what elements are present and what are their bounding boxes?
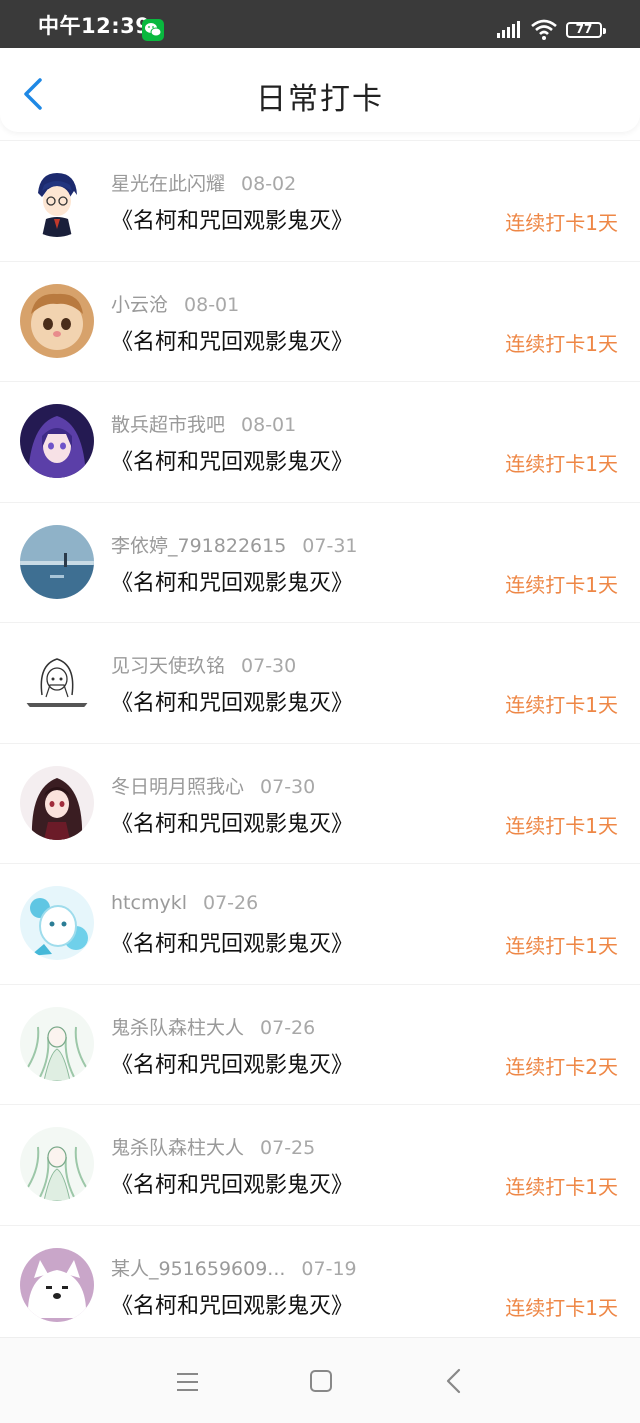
home-square-icon[interactable] <box>309 1369 333 1393</box>
checkin-date: 07-26 <box>260 1016 316 1039</box>
checkin-date: 08-02 <box>241 173 297 195</box>
user-avatar[interactable] <box>20 524 94 599</box>
checkin-meta: 鬼杀队森柱大人 07-26 <box>111 1013 315 1040</box>
checkin-meta: 见习天使玖铭 07-30 <box>111 651 296 678</box>
checkin-meta: 散兵超市我吧 08-01 <box>111 410 296 437</box>
page-title: 日常打卡 <box>256 82 384 117</box>
status-bar: 中午12:39 77 <box>0 0 640 48</box>
checkin-date: 07-25 <box>260 1137 316 1159</box>
checkin-meta: 李依婷_791822615 07-31 <box>111 531 358 558</box>
wechat-icon <box>142 19 164 41</box>
streak-label: 连续打卡1天 <box>505 452 618 476</box>
checkin-row[interactable]: 见习天使玖铭 07-30 《名柯和咒回观影鬼灭》 连续打卡1天 <box>0 623 640 744</box>
streak-label: 连续打卡1天 <box>505 331 618 356</box>
checkin-date: 08-01 <box>241 414 297 436</box>
book-title[interactable]: 《名柯和咒回观影鬼灭》 <box>111 203 353 235</box>
checkin-row[interactable]: 散兵超市我吧 08-01 《名柯和咒回观影鬼灭》 连续打卡1天 <box>0 382 640 503</box>
header: 日常打卡 <box>0 48 640 132</box>
username[interactable]: 见习天使玖铭 <box>111 655 225 677</box>
user-avatar[interactable] <box>20 1127 94 1201</box>
username[interactable]: 鬼杀队森柱大人 <box>111 1017 244 1039</box>
checkin-row[interactable]: 李依婷_791822615 07-31 《名柯和咒回观影鬼灭》 连续打卡1天 <box>0 503 640 623</box>
checkin-meta: htcmykl 07-26 <box>111 892 258 914</box>
streak-label: 连续打卡1天 <box>505 813 618 838</box>
user-avatar[interactable] <box>20 404 94 478</box>
back-triangle-icon[interactable] <box>444 1368 464 1394</box>
user-avatar[interactable] <box>20 886 94 960</box>
checkin-row[interactable]: 星光在此闪耀 08-02 《名柯和咒回观影鬼灭》 连续打卡1天 <box>0 140 640 262</box>
signal-icon <box>497 21 520 38</box>
user-avatar[interactable] <box>20 283 94 358</box>
book-title[interactable]: 《名柯和咒回观影鬼灭》 <box>111 926 353 958</box>
streak-label: 连续打卡1天 <box>505 1295 618 1320</box>
checkin-date: 07-30 <box>260 775 316 798</box>
username[interactable]: 星光在此闪耀 <box>111 173 225 195</box>
user-avatar[interactable] <box>20 765 94 840</box>
battery-level: 77 <box>575 22 593 36</box>
username[interactable]: 小云沧 <box>111 294 168 316</box>
user-avatar[interactable] <box>20 163 94 237</box>
book-title[interactable]: 《名柯和咒回观影鬼灭》 <box>111 565 353 597</box>
checkin-row[interactable]: 鬼杀队森柱大人 07-26 《名柯和咒回观影鬼灭》 连续打卡2天 <box>0 985 640 1105</box>
username[interactable]: htcmykl <box>111 892 187 914</box>
user-avatar[interactable] <box>20 645 94 719</box>
battery-icon: 77 <box>566 22 606 38</box>
username[interactable]: 鬼杀队森柱大人 <box>111 1137 244 1159</box>
checkin-meta: 鬼杀队森柱大人 07-25 <box>111 1133 315 1160</box>
streak-label: 连续打卡1天 <box>505 934 618 958</box>
book-title[interactable]: 《名柯和咒回观影鬼灭》 <box>111 1047 353 1079</box>
streak-label: 连续打卡1天 <box>505 572 618 597</box>
username[interactable]: 李依婷_791822615 <box>111 535 286 557</box>
checkin-date: 07-31 <box>302 534 358 557</box>
checkin-meta: 小云沧 08-01 <box>111 290 239 317</box>
checkin-meta: 星光在此闪耀 08-02 <box>111 169 296 196</box>
system-nav-bar <box>0 1337 640 1423</box>
book-title[interactable]: 《名柯和咒回观影鬼灭》 <box>111 685 353 717</box>
book-title[interactable]: 《名柯和咒回观影鬼灭》 <box>111 1167 353 1199</box>
book-title[interactable]: 《名柯和咒回观影鬼灭》 <box>111 444 353 476</box>
streak-label: 连续打卡1天 <box>505 211 618 235</box>
checkin-list: 星光在此闪耀 08-02 《名柯和咒回观影鬼灭》 连续打卡1天 小云沧 08-01 … <box>0 140 640 1346</box>
status-time: 中午12:39 <box>38 14 151 38</box>
book-title[interactable]: 《名柯和咒回观影鬼灭》 <box>111 1288 353 1320</box>
username[interactable]: 某人_951659609... <box>111 1258 285 1280</box>
checkin-row[interactable]: htcmykl 07-26 《名柯和咒回观影鬼灭》 连续打卡1天 <box>0 864 640 985</box>
streak-label: 连续打卡2天 <box>505 1054 618 1079</box>
book-title[interactable]: 《名柯和咒回观影鬼灭》 <box>111 806 353 838</box>
checkin-date: 08-01 <box>184 293 240 316</box>
checkin-date: 07-30 <box>241 655 297 677</box>
checkin-row[interactable]: 冬日明月照我心 07-30 《名柯和咒回观影鬼灭》 连续打卡1天 <box>0 744 640 864</box>
checkin-row[interactable]: 某人_951659609... 07-19 《名柯和咒回观影鬼灭》 连续打卡1天 <box>0 1226 640 1346</box>
user-avatar[interactable] <box>20 1006 94 1081</box>
user-avatar[interactable] <box>20 1247 94 1322</box>
streak-label: 连续打卡1天 <box>505 1175 618 1199</box>
username[interactable]: 冬日明月照我心 <box>111 776 244 798</box>
username[interactable]: 散兵超市我吧 <box>111 414 225 436</box>
checkin-row[interactable]: 小云沧 08-01 《名柯和咒回观影鬼灭》 连续打卡1天 <box>0 262 640 382</box>
checkin-date: 07-19 <box>301 1257 357 1280</box>
checkin-row[interactable]: 鬼杀队森柱大人 07-25 《名柯和咒回观影鬼灭》 连续打卡1天 <box>0 1105 640 1226</box>
checkin-date: 07-26 <box>202 892 259 914</box>
streak-label: 连续打卡1天 <box>505 693 618 717</box>
book-title[interactable]: 《名柯和咒回观影鬼灭》 <box>111 324 353 356</box>
checkin-meta: 某人_951659609... 07-19 <box>111 1254 357 1281</box>
wifi-icon <box>531 19 557 40</box>
checkin-meta: 冬日明月照我心 07-30 <box>111 772 315 799</box>
menu-icon[interactable] <box>176 1371 200 1393</box>
